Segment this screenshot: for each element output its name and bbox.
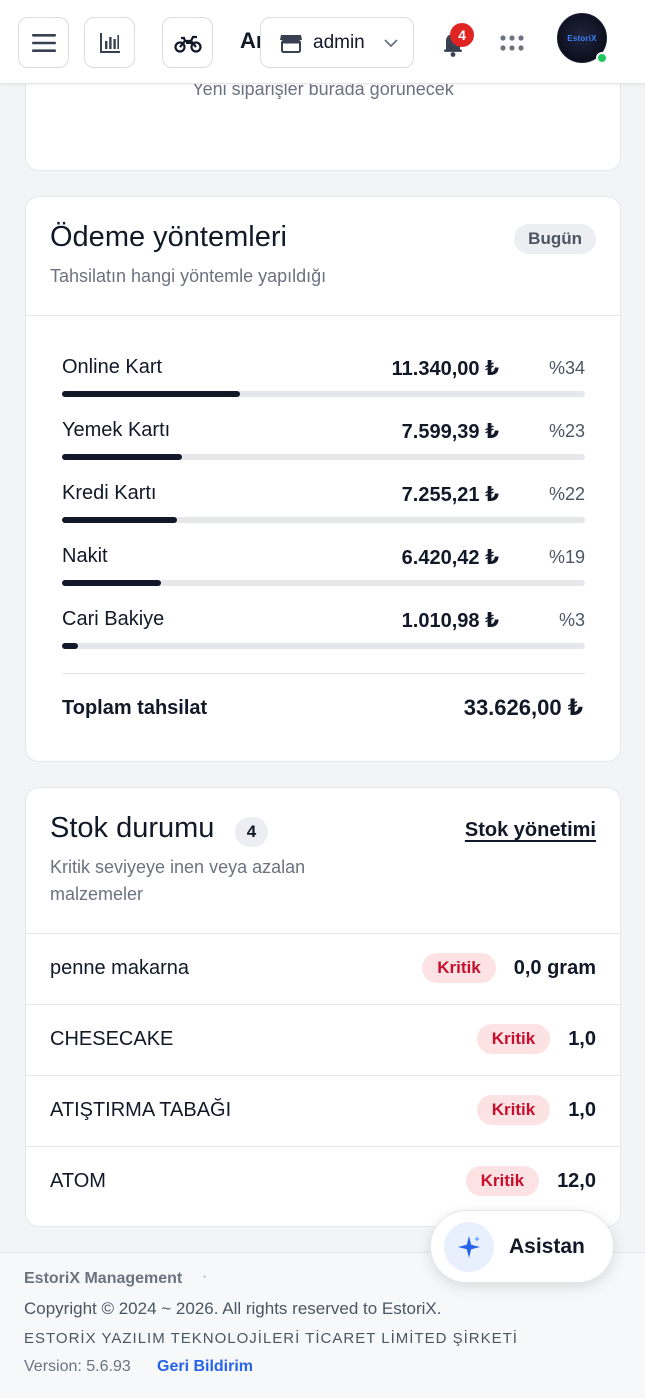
- payment-method-percent: %19: [548, 547, 585, 567]
- payment-method-name: Online Kart: [62, 356, 163, 378]
- feedback-link[interactable]: Geri Bildirim: [157, 1358, 253, 1376]
- payment-method-name: Kredi Kartı: [62, 482, 157, 504]
- total-collection-value: 33.626,00 ₺: [463, 695, 583, 720]
- apps-grid-icon[interactable]: [498, 29, 526, 57]
- menu-button[interactable]: [18, 17, 69, 68]
- notification-count-badge: 4: [450, 23, 474, 47]
- store-selector[interactable]: admin: [260, 17, 414, 68]
- footer-copyright: Copyright © 2024 ~ 2026. All rights rese…: [24, 1299, 442, 1318]
- page-title: Aı: [240, 28, 262, 53]
- payment-method-amount: 1.010,98 ₺: [401, 610, 499, 632]
- assistant-button[interactable]: Asistan: [430, 1210, 614, 1283]
- online-status-dot: [596, 52, 608, 64]
- progress-fill: [62, 643, 78, 649]
- stock-item-name: ATIŞTIRMA TABAĞI: [50, 1099, 232, 1121]
- progress-fill: [62, 391, 240, 397]
- stock-item-meta: Kritik 1,0: [476, 1095, 596, 1125]
- critical-status-badge: Kritik: [422, 953, 496, 983]
- progress-fill: [62, 517, 177, 523]
- stock-item-name: CHESECAKE: [50, 1028, 174, 1050]
- payment-method-row: Nakit 6.420,42 ₺ %19: [62, 536, 585, 596]
- stock-item-name: penne makarna: [50, 957, 189, 979]
- payment-method-row: Online Kart 11.340,00 ₺ %34: [62, 347, 585, 407]
- payment-method-percent: %3: [558, 610, 585, 630]
- bar-chart-icon: [99, 32, 120, 53]
- chevron-down-icon: [384, 38, 398, 47]
- footer-version: Version: 5.6.93: [24, 1358, 131, 1375]
- progress-track: [62, 391, 585, 397]
- stock-item-row[interactable]: penne makarna Kritik 0,0 gram: [26, 933, 620, 1004]
- hamburger-menu-icon: [31, 33, 56, 52]
- stock-item-quantity: 12,0: [557, 1169, 596, 1192]
- critical-status-badge: Kritik: [465, 1166, 540, 1196]
- progress-fill: [62, 454, 182, 460]
- period-badge: Bugün: [514, 224, 596, 254]
- stock-item-row[interactable]: ATOM Kritik 12,0: [26, 1146, 620, 1217]
- payment-method-name: Yemek Kartı: [62, 419, 171, 441]
- payment-method-row: Yemek Kartı 7.599,39 ₺ %23: [62, 410, 585, 470]
- stock-item-quantity: 0,0 gram: [513, 956, 596, 979]
- progress-track: [62, 643, 585, 649]
- stock-item-meta: Kritik 0,0 gram: [422, 953, 596, 983]
- store-icon: [280, 34, 302, 53]
- progress-fill: [62, 580, 161, 586]
- critical-status-badge: Kritik: [476, 1095, 551, 1125]
- stock-item-meta: Kritik 1,0: [476, 1024, 596, 1054]
- payment-method-name: Nakit: [62, 545, 108, 567]
- payment-methods-card: Ödeme yöntemleri Bugün Tahsilatın hangi …: [25, 196, 621, 762]
- total-collection-label: Toplam tahsilat: [62, 697, 208, 719]
- stock-item-name: ATOM: [50, 1170, 106, 1192]
- divider: [26, 315, 620, 316]
- payment-method-name: Cari Bakiye: [62, 608, 165, 630]
- divider: [62, 673, 585, 674]
- stock-subtitle-line-1: Kritik seviyeye inen veya azalan: [50, 857, 306, 877]
- payment-method-amount: 7.599,39 ₺: [401, 421, 499, 443]
- progress-track: [62, 580, 585, 586]
- courier-button[interactable]: [162, 17, 213, 68]
- payment-methods-subtitle: Tahsilatın hangi yöntemle yapıldığı: [50, 266, 327, 286]
- payment-method-percent: %22: [548, 484, 585, 504]
- critical-status-badge: Kritik: [476, 1024, 551, 1054]
- reports-button[interactable]: [84, 17, 135, 68]
- progress-track: [62, 454, 585, 460]
- stock-item-row[interactable]: ATIŞTIRMA TABAĞI Kritik 1,0: [26, 1075, 620, 1146]
- stock-subtitle-line-2: malzemeler: [50, 884, 144, 904]
- payment-methods-title: Ödeme yöntemleri: [50, 221, 287, 253]
- store-selector-label: admin: [313, 31, 365, 53]
- avatar-logo-text: EstoriX: [567, 33, 597, 43]
- payment-method-amount: 6.420,42 ₺: [401, 547, 499, 569]
- stock-management-link[interactable]: Stok yönetimi: [465, 819, 596, 842]
- stock-item-meta: Kritik 12,0: [465, 1166, 596, 1196]
- payment-method-row: Kredi Kartı 7.255,21 ₺ %22: [62, 473, 585, 533]
- stock-item-quantity: 1,0: [568, 1098, 596, 1121]
- stock-item-quantity: 1,0: [568, 1027, 596, 1050]
- stock-status-title: Stok durumu: [50, 812, 215, 844]
- payment-method-amount: 11.340,00 ₺: [391, 358, 499, 380]
- stock-count-badge: 4: [235, 817, 268, 847]
- stock-item-row[interactable]: CHESECAKE Kritik 1,0: [26, 1004, 620, 1075]
- payment-method-percent: %34: [548, 358, 585, 378]
- payment-method-amount: 7.255,21 ₺: [401, 484, 499, 506]
- top-bar: Aı admin 4 EstoriX: [0, 0, 645, 84]
- footer-company-name: ESTORİX YAZILIM TEKNOLOJİLERİ TİCARET Lİ…: [24, 1330, 518, 1347]
- progress-track: [62, 517, 585, 523]
- motorcycle-icon: [173, 35, 202, 53]
- footer-brand: EstoriX Management: [24, 1270, 183, 1287]
- sparkle-icon: [444, 1221, 494, 1272]
- payment-method-row: Cari Bakiye 1.010,98 ₺ %3: [62, 599, 585, 659]
- stock-status-card: Stok durumu 4 Stok yönetimi Kritik seviy…: [25, 787, 621, 1227]
- payment-method-percent: %23: [548, 421, 585, 441]
- footer-separator: ·: [202, 1268, 208, 1285]
- assistant-label: Asistan: [509, 1234, 585, 1258]
